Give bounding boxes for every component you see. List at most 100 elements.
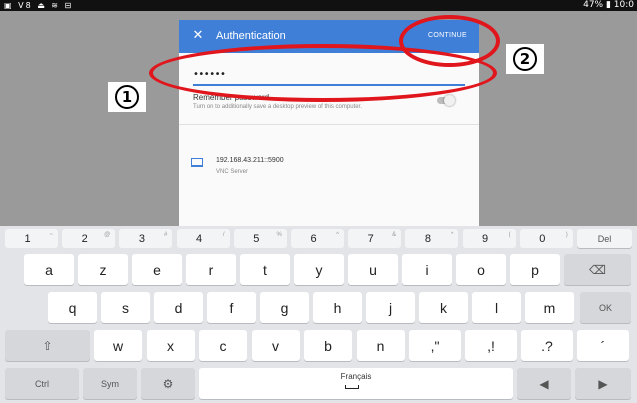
- key-label: q: [68, 299, 77, 316]
- key-0[interactable]: 0): [519, 229, 573, 248]
- key-9[interactable]: 9(: [462, 229, 516, 248]
- space-bar-icon: [345, 385, 359, 389]
- key-e[interactable]: e: [132, 254, 182, 285]
- space-key[interactable]: Français: [199, 368, 513, 399]
- key-4[interactable]: 4/: [176, 229, 230, 248]
- key-label: j: [388, 299, 393, 316]
- callout-ring-continue: [399, 15, 500, 67]
- key-sublabel: ): [565, 232, 568, 238]
- key-label: 6: [310, 232, 317, 245]
- close-icon[interactable]: ✕: [191, 28, 205, 44]
- key-sublabel: @: [104, 232, 111, 238]
- key-r[interactable]: r: [186, 254, 236, 285]
- key-label: ,": [430, 337, 440, 354]
- key-sublabel: /: [222, 232, 225, 238]
- key-t[interactable]: t: [240, 254, 290, 285]
- key-5[interactable]: 5%: [233, 229, 287, 248]
- key-label: p: [531, 261, 539, 278]
- key-label: o: [477, 261, 485, 278]
- key-label: f: [229, 299, 234, 316]
- key-sublabel: ~: [49, 232, 53, 238]
- key-label: n: [376, 337, 385, 354]
- key-sublabel: *: [451, 232, 454, 238]
- key-c[interactable]: c: [199, 330, 247, 361]
- key-l[interactable]: l: [472, 292, 521, 323]
- key-o[interactable]: o: [456, 254, 506, 285]
- key-z[interactable]: z: [78, 254, 128, 285]
- key-q[interactable]: q: [48, 292, 97, 323]
- toggle-knob: [444, 95, 455, 106]
- shift-key[interactable]: ⇧: [5, 330, 90, 361]
- status-icons: ▣ V8 ⏏ ≋ ⊟: [4, 1, 74, 10]
- key-label: ´: [600, 337, 606, 354]
- key-punct-2[interactable]: .?: [521, 330, 573, 361]
- key-p[interactable]: p: [510, 254, 560, 285]
- key-s[interactable]: s: [101, 292, 150, 323]
- remember-password-toggle[interactable]: [437, 95, 455, 106]
- status-bar: ▣ V8 ⏏ ≋ ⊟ 47% ▮ 10:0: [0, 0, 637, 11]
- cursor-left-key[interactable]: ◀: [517, 368, 571, 399]
- key-label: g: [280, 299, 289, 316]
- key-n[interactable]: n: [356, 330, 405, 361]
- keyboard-settings-key[interactable]: ⚙: [141, 368, 195, 399]
- key-sublabel: %: [276, 232, 282, 238]
- key-b[interactable]: b: [304, 330, 352, 361]
- key-label: 0: [539, 232, 546, 245]
- key-k[interactable]: k: [419, 292, 468, 323]
- cursor-right-key[interactable]: ▶: [575, 368, 631, 399]
- key-i[interactable]: i: [402, 254, 452, 285]
- key-punct-1[interactable]: ,!: [465, 330, 517, 361]
- battery-clock: 47% ▮ 10:0: [583, 0, 634, 10]
- key-label: t: [263, 261, 267, 278]
- key-v[interactable]: v: [251, 330, 300, 361]
- key-label: r: [208, 261, 214, 278]
- callout-badge-2: 2: [506, 44, 544, 74]
- key-label: b: [324, 337, 332, 354]
- key-3[interactable]: 3 #: [119, 229, 173, 248]
- key-label: x: [167, 337, 174, 354]
- callout-badge-1: 1: [108, 82, 146, 112]
- key-sublabel: #: [164, 232, 168, 238]
- key-x[interactable]: x: [146, 330, 195, 361]
- key-j[interactable]: j: [366, 292, 415, 323]
- key-2[interactable]: 2 @: [62, 229, 116, 248]
- backspace-key[interactable]: ⌫: [564, 254, 631, 285]
- key-u[interactable]: u: [348, 254, 398, 285]
- key-label: h: [333, 299, 342, 316]
- key-a[interactable]: a: [24, 254, 74, 285]
- key-h[interactable]: h: [313, 292, 362, 323]
- key-f[interactable]: f: [207, 292, 256, 323]
- key-label: a: [45, 261, 53, 278]
- key-6[interactable]: 6 ^: [291, 229, 344, 248]
- key-label: 4: [196, 232, 203, 245]
- key-sublabel: (: [508, 232, 511, 238]
- laptop-icon: [191, 158, 203, 167]
- key-d[interactable]: d: [154, 292, 203, 323]
- key-8[interactable]: 8 *: [405, 229, 459, 248]
- del-key[interactable]: Del: [577, 229, 632, 248]
- divider: [179, 124, 479, 125]
- key-g[interactable]: g: [260, 292, 309, 323]
- key-y[interactable]: y: [294, 254, 344, 285]
- server-type: VNC Server: [216, 169, 249, 175]
- key-w[interactable]: w: [94, 330, 142, 361]
- key-sublabel: &: [392, 232, 397, 238]
- key-label: l: [494, 299, 499, 316]
- key-label: .?: [541, 337, 553, 354]
- server-address: 192.168.43.211::5900: [216, 157, 284, 164]
- ctrl-key[interactable]: Ctrl: [5, 368, 79, 399]
- remember-password-hint: Turn on to additionally save a desktop p…: [193, 104, 362, 110]
- key-label: v: [272, 337, 279, 354]
- key-7[interactable]: 7 &: [348, 229, 402, 248]
- key-label: w: [112, 337, 124, 354]
- key-punct-0[interactable]: ,": [409, 330, 461, 361]
- key-1[interactable]: 1 ~: [5, 229, 58, 248]
- key-label: 8: [424, 232, 431, 245]
- key-label: i: [425, 261, 429, 278]
- key-label: c: [219, 337, 227, 354]
- dialog-title: Authentication: [216, 30, 286, 42]
- ok-key[interactable]: OK: [580, 292, 631, 323]
- key-punct-3[interactable]: ´: [577, 330, 629, 361]
- sym-key[interactable]: Sym: [83, 368, 137, 399]
- key-m[interactable]: m: [525, 292, 574, 323]
